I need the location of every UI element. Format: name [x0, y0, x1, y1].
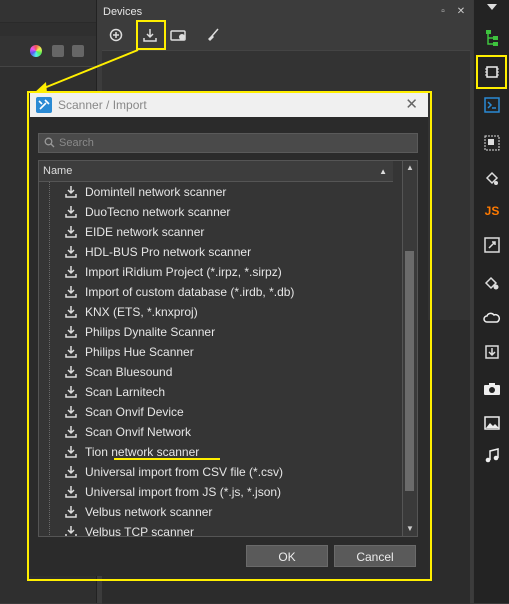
annotation-arrow: [34, 49, 139, 93]
